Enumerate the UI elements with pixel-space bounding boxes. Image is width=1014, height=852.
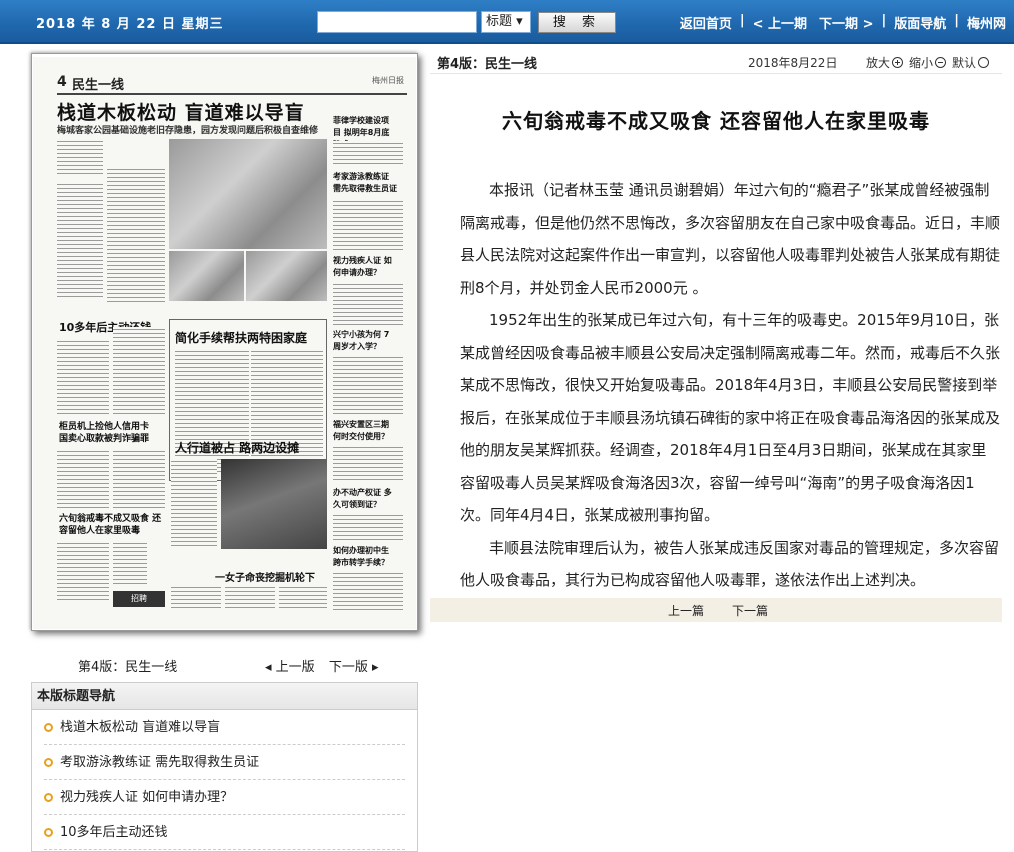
headline-nav-list: 栈道木板松动 盲道难以导盲 考取游泳教练证 需先取得救生员证 视力残疾人证 如何… — [32, 710, 417, 850]
page-pager: ◂ 上一版 下一版 ▸ — [265, 656, 388, 675]
headline-nav-item[interactable]: 栈道木板松动 盲道难以导盲 — [44, 710, 405, 745]
article-body: 本报讯（记者林玉莹 通讯员谢碧娟）年过六旬的“瘾君子”张某成曾经被强制隔离戒毒，… — [460, 174, 1000, 597]
thumb-story-head[interactable]: 六旬翁戒毒不成又吸食 还容留他人在家里吸毒 — [59, 513, 163, 537]
headline-nav-item[interactable]: 视力残疾人证 如何申请办理？ — [44, 780, 405, 815]
thumb-story-head[interactable]: 柜员机上捡他人信用卡 国卖心取款被判诈骗罪 — [59, 421, 161, 445]
search-type-select[interactable]: 标题 ▾ — [481, 11, 531, 33]
thumb-text-block — [57, 339, 109, 414]
thumb-headline[interactable]: 栈道木板松动 盲道难以导盲 — [57, 98, 305, 125]
nav-meizhou-link[interactable]: 梅州网 — [967, 13, 1006, 32]
thumb-text-block — [171, 459, 217, 549]
thumb-text-block — [113, 541, 147, 587]
thumb-right-head[interactable]: 考家游泳教练证 需先取得救生员证 — [333, 171, 399, 195]
next-page-link[interactable]: 下一版 ▸ — [329, 660, 379, 675]
zoom-default-icon[interactable] — [978, 57, 990, 68]
top-bar: 2018 年 8 月 22 日 星期三 标题 ▾ 搜 索 返回首页 | < 上一… — [0, 0, 1014, 44]
thumb-right-head[interactable]: 福兴安置区三期 何时交付使用？ — [333, 419, 395, 443]
article-title: 六旬翁戒毒不成又吸食 还容留他人在家里吸毒 — [502, 109, 930, 133]
zoom-in-icon[interactable] — [892, 57, 904, 68]
search-button[interactable]: 搜 索 — [538, 12, 616, 33]
thumb-photo-boardwalk[interactable] — [169, 139, 327, 249]
nav-separator: | — [739, 13, 745, 28]
thumb-text-block — [57, 182, 103, 297]
headline-nav-label[interactable]: 考取游泳教练证 需先取得救生员证 — [60, 745, 259, 780]
headline-nav-label[interactable]: 10多年后主动还钱 — [60, 815, 168, 850]
zoom-out-label[interactable]: 缩小 — [909, 54, 933, 71]
bullet-icon — [44, 792, 53, 802]
article-date: 2018年8月22日 — [748, 56, 838, 70]
thumb-right-head[interactable]: 视力残疾人证 如何申请办理？ — [333, 255, 395, 279]
thumb-photo-path[interactable] — [246, 251, 327, 301]
prev-page-link[interactable]: ◂ 上一版 — [265, 660, 315, 675]
nav-separator: | — [954, 13, 959, 28]
thumb-photo-street[interactable] — [221, 459, 327, 549]
thumb-masthead: 4 民生一线 梅州日报 — [33, 57, 416, 95]
thumb-right-head[interactable]: 办不动产权证 多久可领到证？ — [333, 487, 393, 511]
thumb-text-block — [333, 571, 403, 611]
zoom-default-label[interactable]: 默认 — [952, 54, 976, 71]
thumb-story-head[interactable]: 人行道被占 路两边设摊 — [175, 439, 299, 456]
thumb-text-block — [333, 141, 403, 167]
thumb-text-block — [333, 445, 403, 483]
headline-nav-item[interactable]: 考取游泳教练证 需先取得救生员证 — [44, 745, 405, 780]
headline-nav-label[interactable]: 栈道木板松动 盲道难以导盲 — [60, 710, 220, 745]
thumb-text-block — [113, 449, 165, 509]
issue-date: 2018 年 8 月 22 日 星期三 — [36, 17, 224, 32]
article-meta-bar: 第4版：民生一线 2018年8月22日 放大 缩小 默认 — [430, 48, 1002, 74]
thumb-logo: 梅州日报 — [372, 76, 404, 85]
headline-nav-box: 本版标题导航 栈道木板松动 盲道难以导盲 考取游泳教练证 需先取得救生员证 视力… — [31, 682, 418, 852]
thumb-rule — [57, 93, 407, 95]
bullet-icon — [44, 827, 53, 837]
article-paragraph: 本报讯（记者林玉莹 通讯员谢碧娟）年过六旬的“瘾君子”张某成曾经被强制隔离戒毒，… — [460, 181, 1001, 297]
thumb-story-head[interactable]: 一女子命丧挖掘机轮下 — [215, 569, 315, 584]
nav-home-link[interactable]: 返回首页 — [680, 13, 732, 32]
thumb-text-block — [57, 139, 103, 177]
nav-separator: | — [881, 13, 887, 28]
article-paragraph: 丰顺县法院审理后认为，被告人张某成违反国家对毒品的管理规定，多次容留他人吸食毒品… — [460, 538, 1000, 590]
nav-next-issue-link[interactable]: 下一期 > — [819, 13, 873, 32]
thumb-text-block — [333, 355, 403, 415]
thumb-text-block — [333, 199, 403, 251]
thumb-text-block — [279, 585, 327, 611]
thumb-text-block — [113, 327, 165, 415]
thumb-text-block — [333, 282, 403, 326]
thumb-text-block — [225, 585, 275, 611]
zoom-controls: 放大 缩小 默认 — [866, 54, 995, 71]
headline-nav-item[interactable]: 10多年后主动还钱 — [44, 815, 405, 850]
article-paragraph: 1952年出生的张某成已年过六旬，有十三年的吸毒史。2015年9月10日，张某成… — [460, 311, 1001, 524]
thumb-right-head[interactable]: 如何办理初中生 跨市转学手续？ — [333, 545, 395, 569]
thumb-text-block — [57, 449, 109, 509]
zoom-out-icon[interactable] — [935, 57, 947, 68]
headline-nav-title: 本版标题导航 — [32, 683, 417, 710]
thumb-section: 民生一线 — [72, 78, 125, 93]
thumb-text-block — [57, 541, 109, 603]
bullet-icon — [44, 757, 53, 767]
thumb-right-head[interactable]: 兴宁小孩为何 7周岁才入学？ — [333, 329, 393, 353]
article-page-label: 第4版：民生一线 — [437, 57, 538, 72]
next-article-link[interactable]: 下一篇 — [732, 602, 768, 619]
top-nav: 返回首页 | < 上一期 下一期 > | 版面导航 | 梅州网 — [680, 13, 1006, 32]
bullet-icon — [44, 722, 53, 732]
zoom-in-label[interactable]: 放大 — [866, 54, 890, 71]
thumb-story-head[interactable]: 简化手续帮扶两特困家庭 — [175, 329, 307, 346]
prev-article-link[interactable]: 上一篇 — [668, 602, 704, 619]
thumb-subhead: 梅城客家公园基础设施老旧存隐患，园方发现问题后积极自查维修 — [57, 126, 319, 136]
thumb-photo-steps[interactable] — [169, 251, 244, 301]
article-pager: 上一篇 下一篇 — [430, 598, 1002, 622]
thumb-text-block — [171, 585, 221, 611]
headline-nav-label[interactable]: 视力残疾人证 如何申请办理？ — [60, 780, 233, 815]
nav-prev-issue-link[interactable]: < 上一期 — [753, 13, 807, 32]
thumb-ad[interactable]: 招聘 — [113, 591, 165, 607]
thumb-text-block — [107, 167, 165, 302]
thumb-text-block — [333, 513, 403, 541]
page-thumbnail[interactable]: 4 民生一线 梅州日报 栈道木板松动 盲道难以导盲 梅城客家公园基础设施老旧存隐… — [33, 57, 416, 629]
search-input[interactable] — [317, 11, 477, 33]
current-page-label: 第4版：民生一线 — [78, 660, 178, 675]
thumb-page-number: 4 — [57, 74, 67, 90]
nav-page-guide-link[interactable]: 版面导航 — [894, 13, 946, 32]
